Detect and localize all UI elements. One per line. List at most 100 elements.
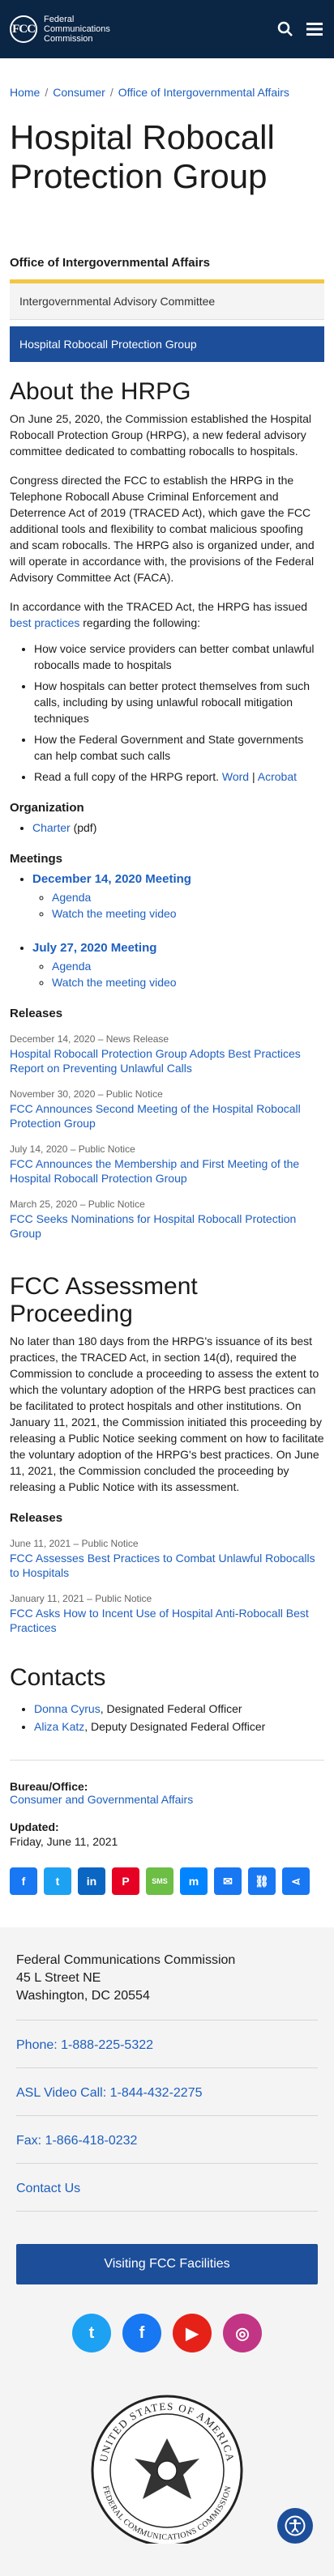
phone-link[interactable]: Phone: 1-888-225-5322 [16,2020,318,2053]
contacts-list: Donna Cyrus, Designated Federal Officer … [34,1700,324,1735]
page-title: Hospital Robocall Protection Group [10,118,275,195]
site-header: FCC Federal Communications Commission [0,0,334,58]
pinterest-icon[interactable]: P [112,1867,139,1895]
subnav-item-hrpg[interactable]: Hospital Robocall Protection Group [10,326,324,362]
site-footer: Federal Communications Commission 45 L S… [0,1927,334,2576]
divider [10,1760,324,1761]
best-practices-link[interactable]: best practices [10,616,79,629]
accessibility-icon[interactable] [277,2508,313,2544]
report-word-link[interactable]: Word [222,770,249,783]
divider [16,2211,318,2212]
list-item: Read a full copy of the HRPG report. Wor… [34,769,324,785]
visiting-fcc-button[interactable]: Visiting FCC Facilities [16,2244,318,2284]
twitter-icon[interactable]: t [72,2314,111,2352]
assessment-paragraph: No later than 180 days from the HRPG's i… [10,1335,324,1493]
charter-link[interactable]: Charter [32,821,71,834]
release-meta: January 11, 2021 – Public Notice [10,1593,152,1604]
copy-link-icon[interactable]: ⛓ [248,1867,276,1895]
breadcrumb-consumer[interactable]: Consumer [53,86,105,99]
breadcrumb-home[interactable]: Home [10,86,40,99]
release-link[interactable]: FCC Announces the Membership and First M… [10,1157,299,1185]
agenda-link[interactable]: Agenda [52,960,91,973]
release-meta: December 14, 2020 – News Release [10,1033,169,1045]
subnav-item-iac[interactable]: Intergovernmental Advisory Committee [10,283,324,320]
about-paragraph: In accordance with the TRACED Act, the H… [10,600,308,629]
release-link[interactable]: Hospital Robocall Protection Group Adopt… [10,1047,301,1075]
breadcrumb-office[interactable]: Office of Intergovernmental Affairs [118,86,289,99]
updated-label: Updated: [10,1820,59,1833]
organization-heading: Organization [10,801,84,815]
release-item: July 14, 2020 – Public Notice FCC Announ… [10,1142,324,1186]
fcc-logo[interactable]: FCC Federal Communications Commission [10,15,110,44]
contacts-heading: Contacts [10,1664,106,1691]
contact-item: Aliza Katz, Deputy Designated Federal Of… [34,1718,324,1735]
header-actions [276,19,324,39]
breadcrumb-separator: / [45,86,49,99]
sms-icon[interactable]: SMS [146,1867,173,1895]
agenda-link[interactable]: Agenda [52,891,91,904]
about-heading: About the HRPG [10,378,191,405]
instagram-icon[interactable]: ◎ [223,2314,262,2352]
release-meta: July 14, 2020 – Public Notice [10,1143,135,1155]
messenger-icon[interactable]: m [180,1867,208,1895]
contact-us-link[interactable]: Contact Us [16,2164,318,2196]
releases-heading: Releases [10,1007,63,1020]
release-item: January 11, 2021 – Public Notice FCC Ask… [10,1591,324,1635]
meetings-heading: Meetings [10,852,63,866]
release-item: June 11, 2021 – Public Notice FCC Assess… [10,1536,324,1580]
meeting-video-link[interactable]: Watch the meeting video [52,976,177,989]
release-link[interactable]: FCC Assesses Best Practices to Combat Un… [10,1552,315,1579]
release-meta: June 11, 2021 – Public Notice [10,1538,139,1549]
menu-icon[interactable] [305,19,324,39]
release-link[interactable]: FCC Seeks Nominations for Hospital Roboc… [10,1212,296,1240]
contact-item: Donna Cyrus, Designated Federal Officer [34,1700,324,1718]
email-icon[interactable]: ✉ [214,1867,242,1895]
fcc-seal-icon: UNITED STATES OF AMERICA FEDERAL COMMUNI… [91,2395,243,2544]
organization-list: Charter (pdf) [32,820,324,836]
release-meta: November 30, 2020 – Public Notice [10,1088,163,1100]
about-paragraph: On June 25, 2020, the Commission establi… [10,412,311,458]
youtube-icon[interactable]: ▶ [173,2314,212,2352]
linkedin-icon[interactable]: in [78,1867,105,1895]
meeting-item: July 27, 2020 Meeting Agenda Watch the m… [32,939,324,990]
release-item: March 25, 2020 – Public Notice FCC Seeks… [10,1197,324,1241]
fcc-seal-container: UNITED STATES OF AMERICA FEDERAL COMMUNI… [16,2382,318,2544]
fcc-logo-mark: FCC [10,15,37,43]
share-icon[interactable]: ⋖ [282,1867,310,1895]
contact-link[interactable]: Aliza Katz [34,1720,84,1733]
asl-video-call-link[interactable]: ASL Video Call: 1-844-432-2275 [16,2068,318,2101]
about-paragraph: Congress directed the FCC to establish t… [10,474,315,584]
meeting-item: December 14, 2020 Meeting Agenda Watch t… [32,871,324,922]
meeting-link[interactable]: December 14, 2020 Meeting [32,872,191,886]
facebook-icon[interactable]: f [122,2314,161,2352]
breadcrumb: Home / Consumer / Office of Intergovernmenta… [0,58,334,99]
breadcrumb-separator: / [109,86,113,99]
topics-list: How voice service providers can better c… [34,641,324,785]
release-link[interactable]: FCC Announces Second Meeting of the Hosp… [10,1102,301,1130]
list-item: How voice service providers can better c… [34,641,324,673]
report-acrobat-link[interactable]: Acrobat [258,770,297,783]
share-bar: f t in P SMS m ✉ ⛓ ⋖ [10,1867,324,1895]
release-meta: March 25, 2020 – Public Notice [10,1199,145,1210]
list-item: How the Federal Government and State gov… [34,731,324,764]
assessment-releases-heading: Releases [10,1511,63,1525]
search-icon[interactable] [276,19,295,39]
meeting-link[interactable]: July 27, 2020 Meeting [32,941,156,955]
footer-address: Federal Communications Commission 45 L S… [16,1953,236,2003]
updated-date: Friday, June 11, 2021 [10,1835,118,1848]
fax-link[interactable]: Fax: 1-866-418-0232 [16,2116,318,2148]
release-item: December 14, 2020 – News Release Hospita… [10,1032,324,1075]
list-item: How hospitals can better protect themsel… [34,678,324,726]
meetings-list: December 14, 2020 Meeting Agenda Watch t… [32,871,324,990]
office-heading: Office of Intergovernmental Affairs [10,256,324,283]
list-item: Charter (pdf) [32,820,324,836]
release-item: November 30, 2020 – Public Notice FCC An… [10,1087,324,1130]
meeting-video-link[interactable]: Watch the meeting video [52,907,177,920]
contact-link[interactable]: Donna Cyrus [34,1702,101,1715]
release-link[interactable]: FCC Asks How to Incent Use of Hospital A… [10,1607,309,1634]
facebook-icon[interactable]: f [10,1867,37,1895]
main-content: About the HRPG On June 25, 2020, the Com… [0,378,334,1895]
twitter-icon[interactable]: t [44,1867,71,1895]
bureau-label: Bureau/Office: [10,1780,88,1793]
bureau-link[interactable]: Consumer and Governmental Affairs [10,1793,193,1806]
